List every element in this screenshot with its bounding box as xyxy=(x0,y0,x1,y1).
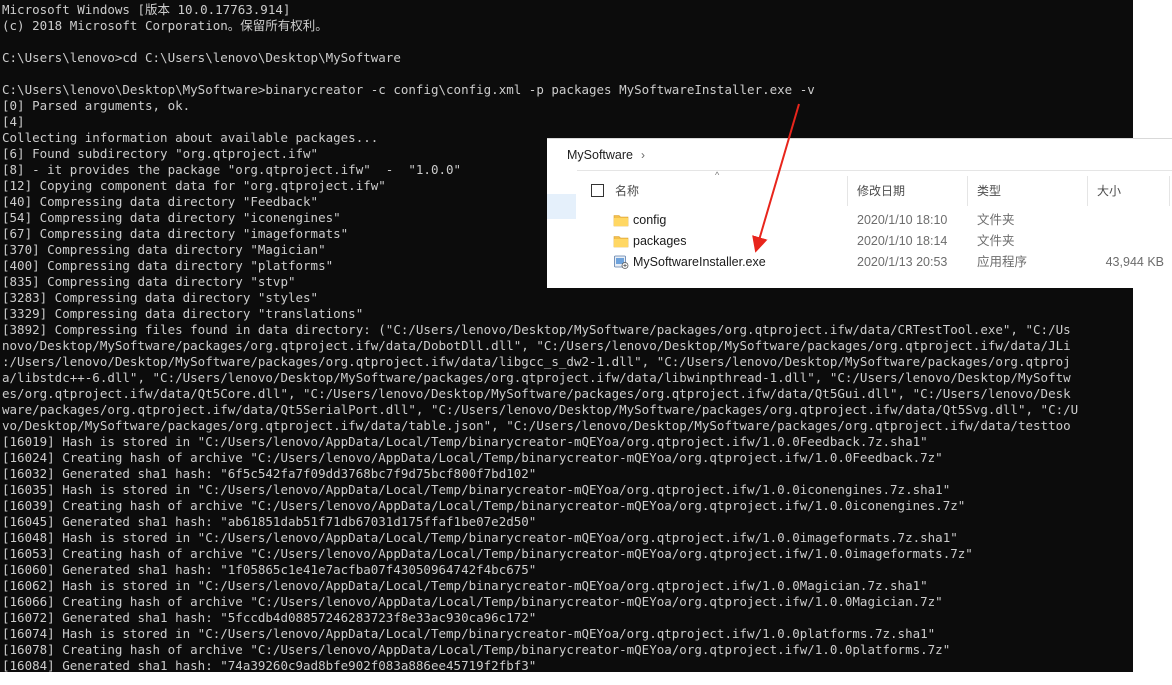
file-row-packages[interactable]: packages 2020/1/10 18:14 文件夹 xyxy=(577,231,1172,252)
column-divider[interactable] xyxy=(847,176,848,206)
breadcrumb-mysoftware[interactable]: MySoftware xyxy=(567,148,633,162)
console-line: [16066] Creating hash of archive "C:/Use… xyxy=(2,594,943,609)
column-divider[interactable] xyxy=(967,176,968,206)
file-list-header: ^ 名称 修改日期 类型 大小 xyxy=(577,170,1172,208)
console-line: [16019] Hash is stored in "C:/Users/leno… xyxy=(2,434,928,449)
breadcrumb-chevron-icon[interactable]: › xyxy=(641,148,645,162)
console-output: Microsoft Windows [版本 10.0.17763.914] (c)… xyxy=(2,2,1133,672)
navigation-pane-selection[interactable] xyxy=(547,194,576,219)
console-line: [16032] Generated sha1 hash: "6f5c542fa7… xyxy=(2,466,537,481)
console-line: [3329] Compressing data directory "trans… xyxy=(2,306,364,321)
console-line: [16024] Creating hash of archive "C:/Use… xyxy=(2,450,943,465)
file-type: 文件夹 xyxy=(977,234,1015,248)
console-line: ware/packages/org.qtproject.ifw/data/Qt5… xyxy=(2,402,1079,417)
console-line: [3892] Compressing files found in data d… xyxy=(2,322,1071,337)
column-divider[interactable] xyxy=(1169,176,1170,206)
installer-exe-icon xyxy=(614,255,629,269)
file-row-installer[interactable]: MySoftwareInstaller.exe 2020/1/13 20:53 … xyxy=(577,252,1172,273)
file-date: 2020/1/13 20:53 xyxy=(857,255,948,269)
file-size: 43,944 KB xyxy=(1105,255,1164,269)
console-line: vo/Desktop/MySoftware/packages/org.qtpro… xyxy=(2,418,1071,433)
console-line: [16048] Hash is stored in "C:/Users/leno… xyxy=(2,530,958,545)
column-divider[interactable] xyxy=(1087,176,1088,206)
console-line: [16045] Generated sha1 hash: "ab61851dab… xyxy=(2,514,537,529)
console-line: C:\Users\lenovo\Desktop\MySoftware>binar… xyxy=(2,82,815,97)
sort-ascending-icon: ^ xyxy=(715,170,720,180)
file-name[interactable]: MySoftwareInstaller.exe xyxy=(633,255,766,270)
console-line: (c) 2018 Microsoft Corporation。保留所有权利。 xyxy=(2,18,328,33)
file-row-config[interactable]: config 2020/1/10 18:10 文件夹 xyxy=(577,210,1172,231)
console-line: novo/Desktop/MySoftware/packages/org.qtp… xyxy=(2,338,1071,353)
console-line: [4] xyxy=(2,114,25,129)
console-line: [16039] Creating hash of archive "C:/Use… xyxy=(2,498,966,513)
folder-icon xyxy=(613,236,629,248)
console-line: [0] Parsed arguments, ok. xyxy=(2,98,191,113)
file-name[interactable]: config xyxy=(633,213,666,228)
console-line: [16072] Generated sha1 hash: "5fccdb4d08… xyxy=(2,610,537,625)
console-line: [16074] Hash is stored in "C:/Users/leno… xyxy=(2,626,936,641)
console-line: C:\Users\lenovo>cd C:\Users\lenovo\Deskt… xyxy=(2,50,401,65)
file-list[interactable]: ^ 名称 修改日期 类型 大小 config 2020/1/10 18:10 文… xyxy=(577,170,1172,288)
column-header-size[interactable]: 大小 xyxy=(1097,182,1121,199)
file-date: 2020/1/10 18:14 xyxy=(857,234,948,248)
folder-icon xyxy=(613,215,629,227)
column-header-type[interactable]: 类型 xyxy=(977,182,1001,199)
file-type: 应用程序 xyxy=(977,255,1028,269)
console-line: [16078] Creating hash of archive "C:/Use… xyxy=(2,642,951,657)
console-line: [16084] Generated sha1 hash: "74a39260c9… xyxy=(2,658,537,672)
address-bar[interactable]: MySoftware › xyxy=(547,139,1172,171)
file-name[interactable]: packages xyxy=(633,234,687,249)
file-date: 2020/1/10 18:10 xyxy=(857,213,948,227)
console-line: [16060] Generated sha1 hash: "1f05865c1e… xyxy=(2,562,537,577)
console-line: Microsoft Windows [版本 10.0.17763.914] xyxy=(2,2,291,17)
file-type: 文件夹 xyxy=(977,213,1015,227)
console-line: a/libstdc++-6.dll", "C:/Users/lenovo/Des… xyxy=(2,370,1071,385)
console-line: :/Users/lenovo/Desktop/MySoftware/packag… xyxy=(2,354,1071,369)
select-all-checkbox[interactable] xyxy=(591,184,604,197)
console-line: [16035] Hash is stored in "C:/Users/leno… xyxy=(2,482,951,497)
command-prompt-window[interactable]: Microsoft Windows [版本 10.0.17763.914] (c)… xyxy=(0,0,1133,672)
console-line: [16062] Hash is stored in "C:/Users/leno… xyxy=(2,578,928,593)
file-explorer-window: MySoftware › ^ 名称 修改日期 类型 大小 config 2020… xyxy=(547,138,1172,288)
console-line: es/org.qtproject.ifw/data/Qt5Core.dll", … xyxy=(2,386,1071,401)
console-line: [16053] Creating hash of archive "C:/Use… xyxy=(2,546,973,561)
navigation-pane[interactable] xyxy=(547,170,577,288)
column-header-name[interactable]: 名称 xyxy=(615,182,639,199)
console-line: [3283] Compressing data directory "style… xyxy=(2,290,319,305)
column-header-date[interactable]: 修改日期 xyxy=(857,182,905,199)
